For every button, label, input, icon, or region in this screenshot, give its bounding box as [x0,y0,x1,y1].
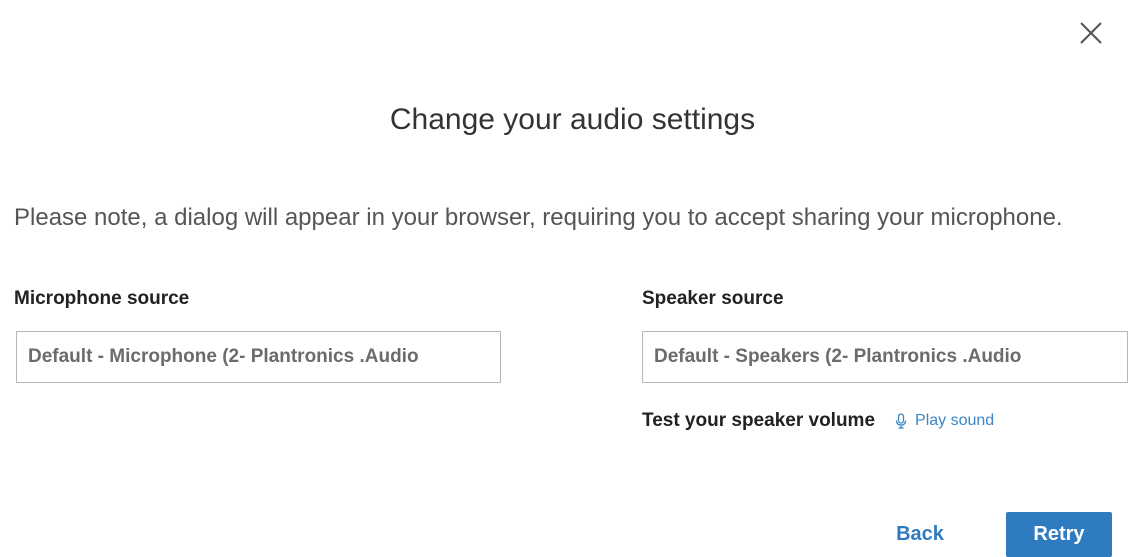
permission-note: Please note, a dialog will appear in you… [14,204,1063,231]
audio-settings-dialog: Change your audio settings Please note, … [0,0,1128,557]
test-speaker-volume-label: Test your speaker volume [642,410,876,431]
microphone-icon [895,413,907,429]
speaker-source-label: Speaker source [642,288,784,309]
speaker-test-row: Test your speaker volume Play sound [642,406,994,436]
microphone-source-select[interactable]: Default - Microphone (2- Plantronics .Au… [16,331,501,383]
retry-button[interactable]: Retry [1006,512,1112,557]
microphone-source-label: Microphone source [14,288,190,309]
close-icon [1080,22,1102,44]
play-sound-link[interactable]: Play sound [895,412,994,430]
speaker-source-select[interactable]: Default - Speakers (2- Plantronics .Audi… [642,331,1128,383]
dialog-title: Change your audio settings [389,103,756,136]
play-sound-label: Play sound [915,412,995,429]
back-button[interactable]: Back [880,512,960,557]
close-button[interactable] [1076,18,1106,48]
